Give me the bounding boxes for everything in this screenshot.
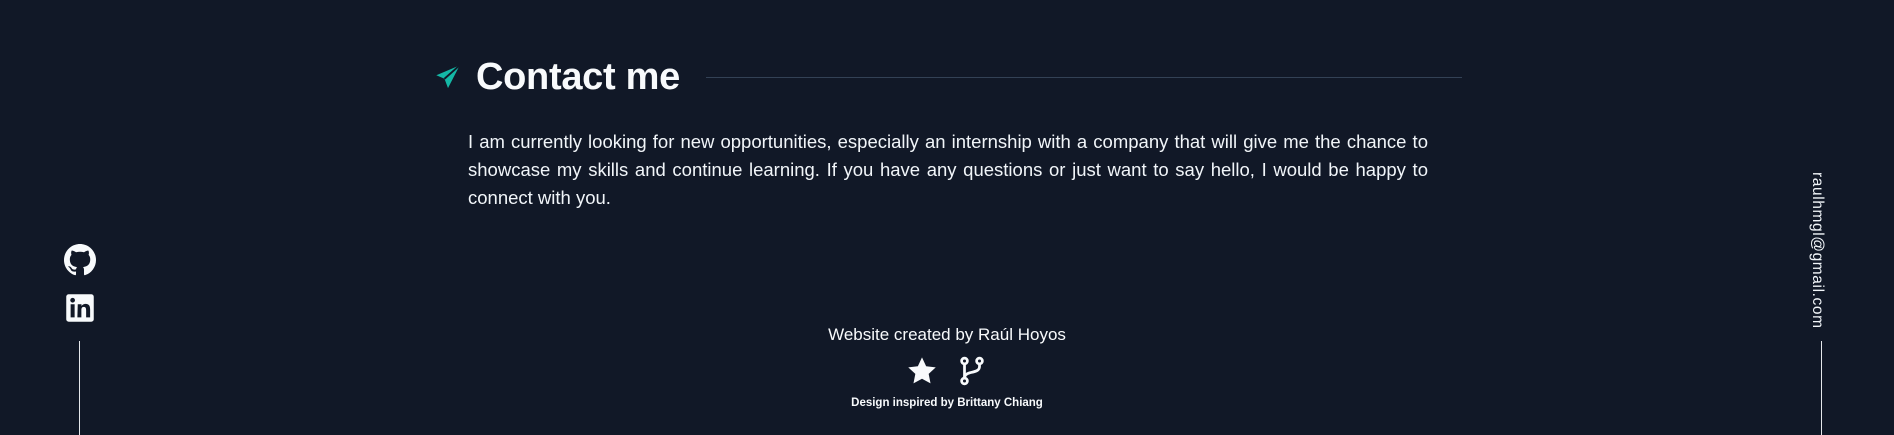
email-link[interactable]: raulhmgl@gmail.com	[1808, 172, 1826, 329]
email-sidebar: raulhmgl@gmail.com	[1808, 172, 1836, 332]
github-link[interactable]	[63, 243, 97, 281]
footer-credit: Website created by Raúl Hoyos	[828, 325, 1066, 344]
social-links	[62, 243, 98, 327]
section-title: Contact me	[476, 55, 680, 98]
footer-design-credit: Design inspired by Brittany Chiang	[851, 397, 1043, 409]
social-vertical-line	[79, 341, 80, 435]
linkedin-icon	[65, 293, 95, 328]
footer-icons	[906, 353, 988, 389]
footer: Website created by Raúl Hoyos Design ins…	[747, 325, 1147, 409]
email-vertical-line	[1821, 341, 1822, 435]
contact-section-header: Contact me	[434, 52, 1462, 102]
paper-plane-icon	[434, 62, 464, 92]
linkedin-link[interactable]	[63, 293, 97, 327]
section-divider	[705, 76, 1462, 78]
git-fork-icon[interactable]	[956, 355, 988, 387]
github-icon	[64, 243, 96, 281]
page: Contact me I am currently looking for ne…	[0, 0, 1894, 435]
contact-description: I am currently looking for new opportuni…	[468, 131, 1428, 208]
star-icon[interactable]	[906, 355, 938, 387]
